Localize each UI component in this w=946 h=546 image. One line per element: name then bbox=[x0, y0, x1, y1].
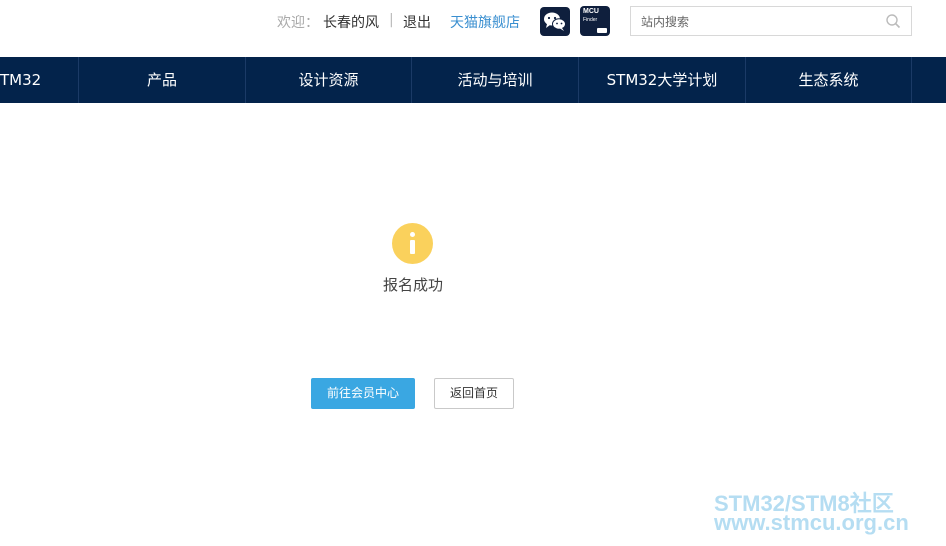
back-home-button[interactable]: 返回首页 bbox=[434, 378, 514, 409]
top-bar: 欢迎： 长春的风 | 退出 天猫旗舰店 MCU Finder bbox=[0, 0, 946, 57]
nav-item-events-training[interactable]: 活动与培训 bbox=[412, 57, 579, 103]
mcu-finder-title: MCU bbox=[583, 8, 599, 15]
nav-item-label: 生态系统 bbox=[798, 71, 859, 89]
nav-item-university-program[interactable]: STM32大学计划 bbox=[579, 57, 746, 103]
wechat-icon[interactable] bbox=[540, 7, 570, 36]
search-icon[interactable] bbox=[885, 13, 901, 29]
search-input[interactable] bbox=[641, 13, 871, 31]
nav-item-products[interactable]: 产品 bbox=[79, 57, 246, 103]
nav-item-label: 设计资源 bbox=[298, 71, 359, 89]
search-box bbox=[630, 6, 912, 36]
mcu-finder-icon[interactable]: MCU Finder bbox=[580, 6, 610, 36]
member-center-button[interactable]: 前往会员中心 bbox=[311, 378, 415, 409]
st-logo-icon bbox=[597, 28, 607, 33]
nav-item-label: 活动与培训 bbox=[457, 71, 533, 89]
watermark-line2: www.stmcu.org.cn bbox=[714, 510, 909, 535]
nav-item-design-resources[interactable]: 设计资源 bbox=[246, 57, 412, 103]
username-link[interactable]: 长春的风 bbox=[323, 12, 379, 32]
nav-item-stm32[interactable]: TM32 bbox=[0, 57, 79, 103]
info-icon bbox=[392, 223, 433, 264]
nav-item-label: STM32大学计划 bbox=[606, 71, 718, 89]
logout-link[interactable]: 退出 bbox=[403, 12, 431, 32]
status-message: 报名成功 bbox=[382, 276, 443, 294]
nav-item-label: 产品 bbox=[146, 71, 177, 89]
nav-item-label: TM32 bbox=[0, 71, 42, 89]
nav-item-ecosystem[interactable]: 生态系统 bbox=[746, 57, 912, 103]
separator: | bbox=[389, 12, 394, 28]
mcu-finder-subtitle: Finder bbox=[583, 17, 598, 23]
main-nav: TM32 产品 设计资源 活动与培训 STM32大学计划 生态系统 bbox=[0, 57, 946, 103]
tmall-store-link[interactable]: 天猫旗舰店 bbox=[450, 12, 520, 32]
welcome-label: 欢迎： bbox=[277, 15, 319, 31]
